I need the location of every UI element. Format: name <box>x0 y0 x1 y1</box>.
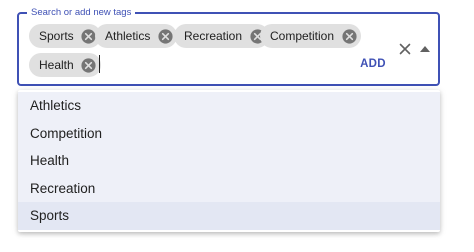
chip-label: Athletics <box>105 29 151 43</box>
chip-label: Competition <box>270 29 335 43</box>
tag-autocomplete-field[interactable]: Search or add new tags Sports Athletics … <box>17 6 440 86</box>
close-icon[interactable] <box>397 41 413 57</box>
option-competition[interactable]: Competition <box>18 119 440 147</box>
arrow-drop-up-icon[interactable] <box>418 42 432 56</box>
chip-competition[interactable]: Competition <box>260 24 362 48</box>
chip-label: Health <box>39 58 74 72</box>
field-legend: Search or add new tags <box>27 6 136 20</box>
chip-label: Sports <box>39 29 74 43</box>
chip-athletics[interactable]: Athletics <box>95 24 178 48</box>
chip-health[interactable]: Health <box>29 53 101 77</box>
option-athletics[interactable]: Athletics <box>18 92 440 120</box>
text-input-caret[interactable] <box>99 55 100 73</box>
chip-sports[interactable]: Sports <box>29 24 101 48</box>
option-recreation[interactable]: Recreation <box>18 174 440 202</box>
cancel-circle-icon[interactable] <box>340 27 358 45</box>
tag-options-listbox: Athletics Competition Health Recreation … <box>18 90 440 232</box>
chip-recreation[interactable]: Recreation <box>174 24 270 48</box>
cancel-circle-icon[interactable] <box>156 27 174 45</box>
chip-label: Recreation <box>184 29 243 43</box>
option-sports[interactable]: Sports <box>18 202 440 230</box>
option-health[interactable]: Health <box>18 147 440 175</box>
add-tag-button[interactable]: ADD <box>356 54 390 74</box>
cancel-circle-icon[interactable] <box>80 56 98 74</box>
